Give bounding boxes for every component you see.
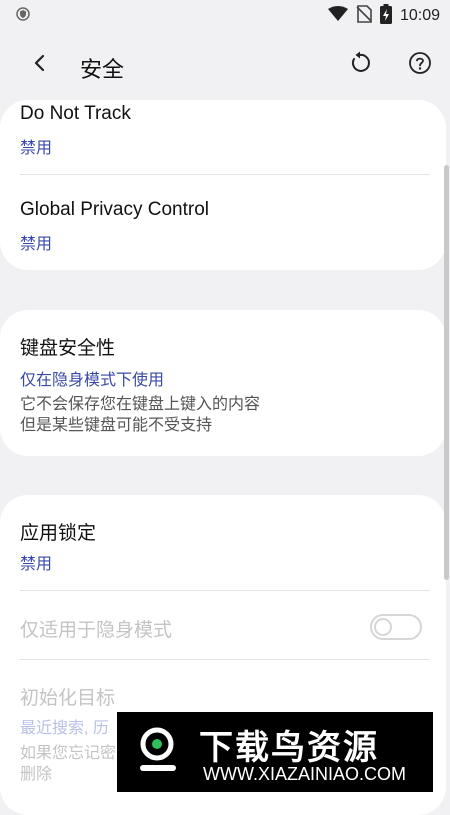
watermark-banner: 下载鸟资源 WWW.XIAZAINIAO.COM — [117, 712, 433, 792]
scrollbar[interactable] — [444, 165, 449, 580]
app-lock-value: 禁用 — [20, 556, 53, 573]
status-bar: 10:09 — [0, 0, 450, 32]
app-lock-title: 应用锁定 — [20, 523, 97, 544]
keyboard-security-card[interactable]: 键盘安全性 仅在隐身模式下使用 它不会保存您在键盘上键入的内容 但是某些键盘可能… — [0, 310, 446, 456]
reset-icon — [348, 51, 372, 80]
help-button[interactable] — [398, 43, 442, 87]
keyboard-security-desc-2: 但是某些键盘可能不受支持 — [20, 417, 213, 434]
watermark-url: WWW.XIAZAINIAO.COM — [203, 764, 406, 784]
divider — [20, 174, 430, 175]
gpc-value: 禁用 — [20, 236, 53, 253]
keyboard-security-desc-1: 它不会保存您在键盘上键入的内容 — [20, 396, 261, 413]
privacy-card: Do Not Track 禁用 Global Privacy Control 禁… — [0, 100, 446, 270]
back-button[interactable] — [18, 43, 62, 87]
gpc-title: Global Privacy Control — [20, 199, 210, 220]
reset-target-value: 最近搜索, 历 — [20, 720, 109, 737]
dnt-title: Do Not Track — [20, 103, 131, 124]
no-sim-icon — [356, 4, 372, 28]
dnt-value: 禁用 — [20, 140, 53, 157]
status-time: 10:09 — [399, 7, 440, 24]
divider — [20, 590, 430, 591]
toggle-knob — [374, 618, 392, 636]
wifi-icon — [327, 5, 348, 27]
reset-button[interactable] — [338, 43, 382, 87]
shield-icon — [16, 6, 30, 26]
incognito-only-title: 仅适用于隐身模式 — [20, 620, 173, 641]
incognito-only-toggle[interactable] — [370, 614, 422, 640]
watermark-title: 下载鸟资源 — [199, 729, 379, 767]
keyboard-security-title: 键盘安全性 — [20, 338, 116, 359]
back-arrow-icon — [32, 53, 48, 78]
app-bar: 安全 — [0, 32, 450, 98]
battery-charging-icon — [379, 3, 392, 29]
bird-logo-icon — [135, 724, 179, 780]
divider — [20, 659, 430, 660]
reset-target-desc-1: 如果您忘记密 — [20, 745, 117, 762]
reset-target-desc-2: 删除 — [20, 766, 53, 783]
help-icon — [408, 51, 432, 80]
page-title: 安全 — [80, 57, 125, 82]
keyboard-security-value: 仅在隐身模式下使用 — [20, 372, 165, 389]
reset-target-title: 初始化目标 — [20, 688, 116, 709]
